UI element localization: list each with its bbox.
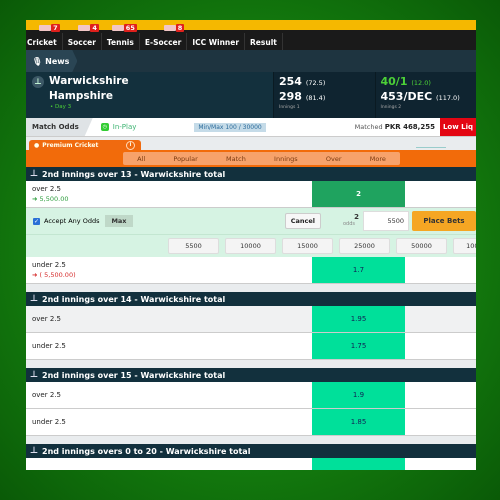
innings1-score: 254 (72.5) 298 (81.4) Innings 1 <box>273 72 375 118</box>
arrow-right-icon: ➜ <box>32 195 38 203</box>
market-header: ⊥ 2nd innings over 15 - Warwickshire tota… <box>26 368 476 382</box>
runner-name: under 2.5 ➜ ( 5,500.00) <box>26 257 312 283</box>
match-odds-tab[interactable]: Match Odds <box>26 118 93 136</box>
nav-result[interactable]: Result <box>245 33 283 50</box>
filter-match[interactable]: Match <box>226 155 246 163</box>
premium-icon: ● <box>34 141 40 149</box>
premium-row: ● Premium Cricket i <box>26 137 476 150</box>
odds-button[interactable]: 1.75 <box>312 333 405 359</box>
runner-row: under 2.5 ➜ ( 5,500.00) 1.7 <box>26 257 476 284</box>
quick-stake-button[interactable]: 5500 <box>168 238 219 254</box>
runner-name: over 2.5 <box>32 391 61 399</box>
nav-esoccer[interactable]: 8 E-Soccer <box>140 24 188 50</box>
runner-name: under 2.5 <box>32 342 66 350</box>
low-liquidity-badge: Low Liq <box>439 118 476 136</box>
live-badge: 8 <box>163 24 185 32</box>
live-icon <box>78 25 91 31</box>
filter-popular[interactable]: Popular <box>173 155 197 163</box>
odds-button[interactable]: 2 <box>312 181 405 207</box>
inplay-status: ◷ In-Play <box>100 123 137 131</box>
market-header: ⊥ 2nd innings overs 0 to 20 - Warwickshir… <box>26 444 476 458</box>
runner-row: over 2.5 1.9 <box>26 382 476 409</box>
app-frame: 7 Cricket 4 Soccer 65 Tennis 8 E-Soccer ICC … <box>26 20 476 470</box>
odds-button[interactable]: 1.95 <box>312 306 405 332</box>
bet-slip: ✓ Accept Any Odds Max Cancel 2 odds 5500 … <box>26 208 476 235</box>
match-header: ⊥ Warwickshire Hampshire • Day 3 254 (72.… <box>26 72 476 118</box>
runner-row: under 2.5 1.85 <box>26 409 476 436</box>
loss-value: ➜ ( 5,500.00) <box>32 271 76 279</box>
odds-button[interactable]: 1.85 <box>312 409 405 435</box>
nav-icc-winner[interactable]: ICC Winner <box>187 33 246 50</box>
filter-innings[interactable]: Innings <box>274 155 298 163</box>
filter-bar: All Popular Match Innings Over More <box>26 150 476 167</box>
accept-any-odds-label: Accept Any Odds <box>44 217 100 225</box>
innings2-score: 40/1 (12.0) 453/DEC (117.0) Innings 2 <box>374 72 477 118</box>
news-bar: 🎙 News <box>26 50 476 72</box>
odds-button[interactable]: 1.7 <box>312 257 405 283</box>
filter-all[interactable]: All <box>137 155 145 163</box>
teams: ⊥ Warwickshire Hampshire • Day 3 <box>26 72 273 118</box>
team1-name: Warwickshire <box>49 75 129 87</box>
stake-input[interactable]: 5500 <box>363 211 409 231</box>
divider <box>416 147 446 148</box>
live-badge: 4 <box>78 24 99 32</box>
matched-amount: Matched PKR 468,255 <box>354 123 435 131</box>
arrow-right-icon: ➜ <box>32 271 38 279</box>
market-header: ⊥ 2nd innings over 14 - Warwickshire tota… <box>26 292 476 306</box>
runner-name: under 2.5 <box>32 418 66 426</box>
cancel-button[interactable]: Cancel <box>284 213 321 229</box>
nav-tennis[interactable]: 65 Tennis <box>102 24 140 50</box>
news-tab[interactable]: 🎙 News <box>26 50 78 72</box>
sport-nav: 7 Cricket 4 Soccer 65 Tennis 8 E-Soccer ICC … <box>26 24 476 50</box>
microphone-icon: 🎙 <box>32 56 43 66</box>
runner-row: over 2.5 1.95 <box>26 306 476 333</box>
odds-button[interactable] <box>312 458 405 470</box>
info-icon[interactable]: i <box>126 140 135 150</box>
filter-more[interactable]: More <box>370 155 386 163</box>
market-header: ⊥ 2nd innings over 13 - Warwickshire tota… <box>26 167 476 181</box>
live-icon <box>39 25 52 31</box>
premium-cricket-tab[interactable]: ● Premium Cricket i <box>29 140 141 150</box>
runner-name <box>26 458 312 470</box>
pin-icon[interactable]: ⊥ <box>26 294 42 304</box>
odds-button[interactable]: 1.9 <box>312 382 405 408</box>
pin-icon[interactable]: ⊥ <box>32 75 44 88</box>
quick-stakes: 5500 10000 15000 25000 50000 100000 <box>26 235 476 257</box>
runner-row: over 2.5 ➜ 5,500.00 2 <box>26 181 476 208</box>
odds-bar: Match Odds ◷ In-Play Min/Max 100 / 30000 … <box>26 118 476 137</box>
nav-cricket[interactable]: 7 Cricket <box>26 24 63 50</box>
team2-name: Hampshire <box>49 90 113 102</box>
live-badge: 65 <box>111 24 137 32</box>
max-button[interactable]: Max <box>105 215 133 227</box>
quick-stake-button[interactable]: 25000 <box>339 238 390 254</box>
runner-row: under 2.5 1.75 <box>26 333 476 360</box>
inplay-icon: ◷ <box>100 123 109 131</box>
quick-stake-button[interactable]: 100000 <box>453 238 476 254</box>
filter-over[interactable]: Over <box>326 155 342 163</box>
pin-icon[interactable]: ⊥ <box>26 370 42 380</box>
live-badge: 7 <box>39 24 60 32</box>
min-max-label: Min/Max 100 / 30000 <box>194 122 266 132</box>
match-status: • Day 3 <box>50 104 72 110</box>
runner-name: over 2.5 <box>32 315 61 323</box>
quick-stake-button[interactable]: 15000 <box>282 238 333 254</box>
pin-icon[interactable]: ⊥ <box>26 446 42 456</box>
nav-soccer[interactable]: 4 Soccer <box>63 24 102 50</box>
profit-value: ➜ 5,500.00 <box>32 195 69 203</box>
quick-stake-button[interactable]: 10000 <box>225 238 276 254</box>
live-icon <box>163 25 176 31</box>
quick-stake-button[interactable]: 50000 <box>396 238 447 254</box>
filter-tabs: All Popular Match Innings Over More <box>123 152 400 165</box>
live-icon <box>111 25 124 31</box>
accept-any-odds-checkbox[interactable]: ✓ <box>33 217 40 225</box>
odds-input[interactable]: 2 odds <box>321 214 363 228</box>
place-bets-button[interactable]: Place Bets <box>412 211 476 231</box>
pin-icon[interactable]: ⊥ <box>26 169 42 179</box>
runner-name: over 2.5 ➜ 5,500.00 <box>26 181 312 207</box>
runner-row <box>26 458 476 470</box>
